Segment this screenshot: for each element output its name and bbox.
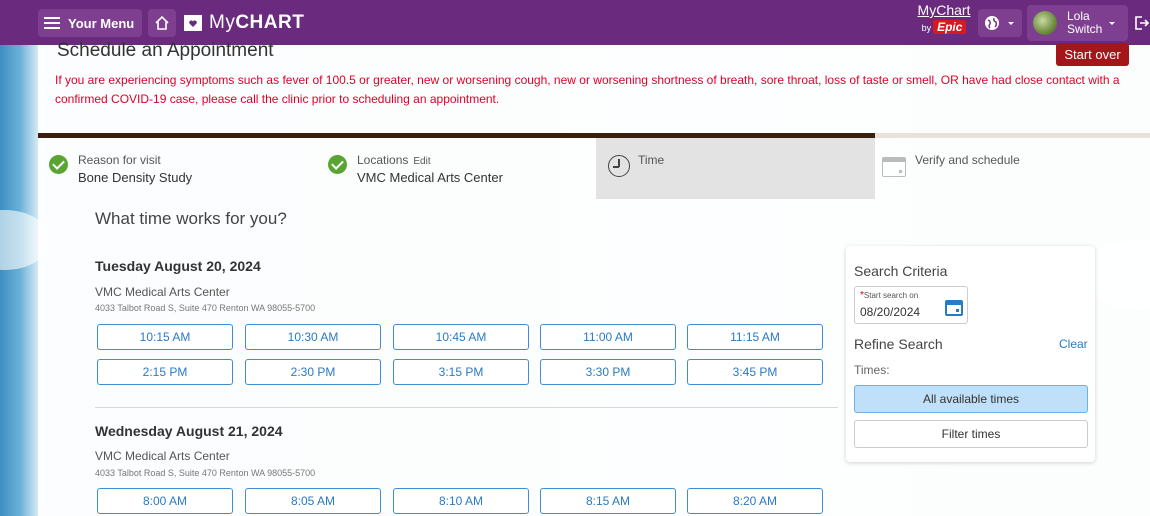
refine-search-title: Refine Search [854, 336, 943, 352]
time-slot[interactable]: 2:30 PM [245, 359, 381, 385]
time-slot[interactable]: 8:10 AM [393, 488, 529, 514]
brand-by: by [921, 23, 932, 33]
time-slot[interactable]: 3:45 PM [687, 359, 823, 385]
time-slot[interactable]: 3:15 PM [393, 359, 529, 385]
language-button[interactable] [978, 9, 1022, 37]
search-criteria-title: Search Criteria [854, 263, 948, 279]
home-icon [155, 15, 169, 30]
start-date-value[interactable]: 08/20/2024 [860, 305, 920, 319]
time-slot[interactable]: 8:20 AM [687, 488, 823, 514]
your-menu-button[interactable]: Your Menu [38, 9, 143, 37]
time-slot[interactable]: 10:15 AM [97, 324, 233, 350]
time-slot[interactable]: 10:45 AM [393, 324, 529, 350]
home-button[interactable] [148, 9, 176, 37]
user-menu-button[interactable]: Lola Switch [1027, 5, 1128, 41]
mychart-epic-brand: MyChart by Epic [916, 3, 972, 43]
calendar-icon[interactable] [945, 300, 963, 316]
location-name: VMC Medical Arts Center [95, 449, 230, 463]
day-heading: Tuesday August 20, 2024 [95, 258, 261, 274]
logo-text: MyCHART [209, 12, 305, 33]
step-title: Locations Edit [357, 153, 431, 167]
time-question: What time works for you? [95, 209, 287, 228]
location-address: 4033 Talbot Road S, Suite 470 Renton WA … [95, 468, 316, 478]
logout-icon [1134, 16, 1149, 30]
chevron-down-icon [1109, 22, 1116, 25]
covid-warning: If you are experiencing symptoms such as… [55, 73, 1120, 106]
brand-mychart: MyChart [917, 2, 971, 18]
time-slot[interactable]: 11:00 AM [540, 324, 676, 350]
all-available-times-button[interactable]: All available times [854, 385, 1088, 413]
step-time: Time [596, 138, 875, 199]
brand-epic: Epic [933, 20, 967, 34]
time-slot[interactable]: 2:15 PM [97, 359, 233, 385]
start-date-label: *Start search on [860, 290, 919, 301]
time-slot[interactable]: 10:30 AM [245, 324, 381, 350]
start-date-field[interactable]: *Start search on 08/20/2024 [854, 286, 968, 324]
logout-button[interactable] [1133, 9, 1150, 37]
time-slot[interactable]: 8:05 AM [245, 488, 381, 514]
time-slot[interactable]: 8:15 AM [540, 488, 676, 514]
search-criteria-panel: Search Criteria *Start search on 08/20/2… [846, 246, 1095, 462]
clock-icon [608, 155, 630, 177]
step-title: Time [638, 153, 665, 167]
check-icon [328, 155, 347, 174]
edit-locations-link[interactable]: Edit [413, 156, 430, 167]
step-value: VMC Medical Arts Center [357, 170, 503, 185]
check-icon [49, 155, 68, 174]
menu-label: Your Menu [68, 15, 135, 31]
step-verify-and-schedule: Verify and schedule [875, 138, 1150, 199]
day-divider [95, 407, 838, 408]
avatar [1033, 11, 1057, 35]
day-heading: Wednesday August 21, 2024 [95, 423, 283, 439]
time-slot[interactable]: 3:30 PM [540, 359, 676, 385]
mychart-logo-icon [184, 15, 202, 31]
calendar-icon [882, 157, 906, 177]
step-value: Bone Density Study [78, 170, 193, 185]
location-address: 4033 Talbot Road S, Suite 470 Renton WA … [95, 303, 316, 313]
start-over-button[interactable]: Start over [1056, 43, 1129, 66]
user-name: Lola Switch [1067, 9, 1103, 36]
globe-icon [985, 16, 999, 30]
step-reason-for-visit: Reason for visit Bone Density Study [38, 138, 317, 199]
page-title: Schedule an Appointment [57, 40, 274, 61]
location-name: VMC Medical Arts Center [95, 285, 230, 299]
top-bar: Your Menu MyCHART MyChart by Epic Lola Swi… [0, 0, 1150, 45]
step-title: Verify and schedule [915, 153, 1020, 167]
step-locations: Locations Edit VMC Medical Arts Center [317, 138, 596, 199]
mychart-logo[interactable]: MyCHART [183, 9, 304, 37]
time-slot[interactable]: 8:00 AM [97, 488, 233, 514]
clear-link[interactable]: Clear [1059, 337, 1088, 351]
step-tracker: Reason for visit Bone Density Study Loca… [38, 138, 1150, 199]
hamburger-icon [44, 17, 60, 29]
filter-times-button[interactable]: Filter times [854, 420, 1088, 448]
step-title: Reason for visit [78, 153, 161, 167]
times-label: Times: [854, 363, 890, 377]
chevron-down-icon [1008, 22, 1014, 25]
time-slot[interactable]: 11:15 AM [687, 324, 823, 350]
